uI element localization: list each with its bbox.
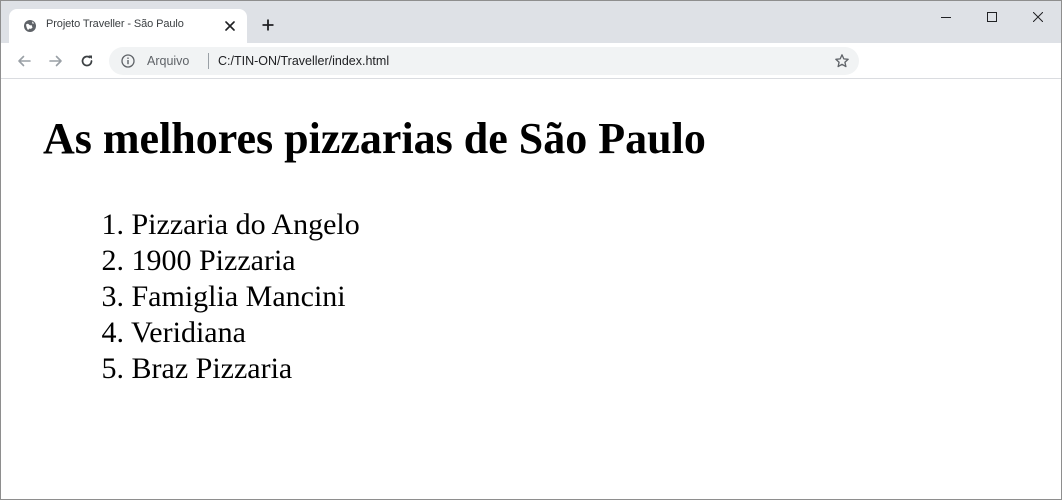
list-item-number: 5. <box>101 352 125 385</box>
forward-arrow-icon[interactable] <box>45 50 67 72</box>
browser-window: Projeto Traveller - São Paulo Arquivo C:… <box>0 0 1062 500</box>
list-item: 2. 1900 Pizzaria <box>83 243 360 279</box>
page-title: As melhores pizzarias de São Paulo <box>43 114 706 163</box>
list-item: 5. Braz Pizzaria <box>83 351 360 387</box>
list-item-label: Famiglia Mancini <box>131 280 346 313</box>
origin-label: Arquivo <box>147 54 190 68</box>
browser-tab[interactable]: Projeto Traveller - São Paulo <box>9 9 247 43</box>
list-item: 3. Famiglia Mancini <box>83 279 360 315</box>
page-content: As melhores pizzarias de São Paulo 1. Pi… <box>1 79 1061 499</box>
bookmark-star-icon[interactable] <box>834 53 850 69</box>
pizzeria-list: 1. Pizzaria do Angelo 2. 1900 Pizzaria 3… <box>83 207 360 387</box>
list-item-number: 4. <box>101 316 125 349</box>
list-item-number: 3. <box>101 280 125 313</box>
minimize-icon[interactable] <box>923 3 969 31</box>
reload-icon[interactable] <box>76 50 98 72</box>
list-item-label: Veridiana <box>130 316 246 349</box>
browser-toolbar: Arquivo C:/TIN-ON/Traveller/index.html <box>1 43 1061 79</box>
info-icon[interactable] <box>121 54 135 68</box>
close-icon[interactable] <box>1015 3 1061 31</box>
url-text[interactable]: C:/TIN-ON/Traveller/index.html <box>218 54 389 68</box>
tab-strip: Projeto Traveller - São Paulo <box>1 1 1061 43</box>
new-tab-plus-icon[interactable] <box>258 15 278 35</box>
list-item-number: 1. <box>101 208 125 241</box>
list-item-number: 2. <box>101 244 125 277</box>
globe-icon <box>24 20 36 32</box>
list-item: 4. Veridiana <box>83 315 360 351</box>
maximize-icon[interactable] <box>969 3 1015 31</box>
list-item-label: Pizzaria do Angelo <box>131 208 360 241</box>
address-bar[interactable]: Arquivo C:/TIN-ON/Traveller/index.html <box>109 47 859 75</box>
address-separator <box>208 53 209 69</box>
back-arrow-icon[interactable] <box>13 50 35 72</box>
tab-close-icon[interactable] <box>222 18 238 34</box>
list-item: 1. Pizzaria do Angelo <box>83 207 360 243</box>
list-item-label: Braz Pizzaria <box>131 352 293 385</box>
list-item-label: 1900 Pizzaria <box>131 244 296 277</box>
tab-title: Projeto Traveller - São Paulo <box>46 18 184 30</box>
